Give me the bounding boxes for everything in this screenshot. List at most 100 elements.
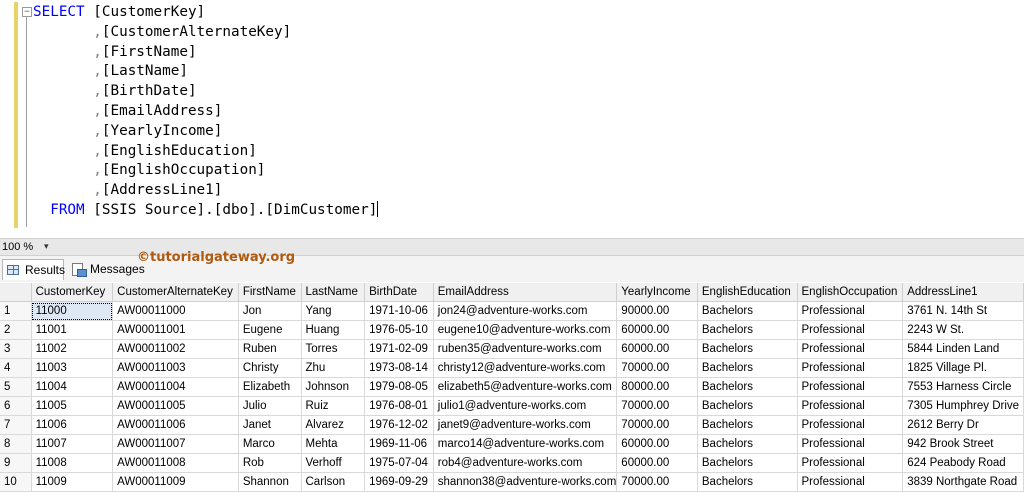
- grid-cell[interactable]: AW00011003: [112, 358, 239, 378]
- grid-cell[interactable]: 1976-05-10: [364, 320, 434, 340]
- column-header[interactable]: CustomerAlternateKey: [112, 283, 239, 302]
- grid-cell[interactable]: Bachelors: [697, 301, 798, 321]
- grid-cell[interactable]: Jon: [238, 301, 302, 321]
- table-row[interactable]: 10 11009 AW00011009 Shannon Carlson 1969-09-2…: [0, 472, 1024, 492]
- grid-cell[interactable]: 11007: [31, 434, 114, 454]
- grid-cell[interactable]: jon24@adventure-works.com: [433, 301, 618, 321]
- grid-cell[interactable]: Carlson: [301, 472, 366, 492]
- column-header[interactable]: LastName: [301, 283, 366, 302]
- grid-cell[interactable]: 5844 Linden Land: [902, 339, 1024, 359]
- grid-cell[interactable]: 11002: [31, 339, 114, 359]
- grid-cell[interactable]: 1971-10-06: [364, 301, 434, 321]
- grid-cell[interactable]: Bachelors: [697, 434, 798, 454]
- grid-cell[interactable]: shannon38@adventure-works.com: [433, 472, 618, 492]
- table-row[interactable]: 4 11003 AW00011003 Christy Zhu 1973-08-14 chri…: [0, 358, 1024, 378]
- row-number[interactable]: 5: [0, 377, 32, 397]
- grid-cell[interactable]: 70000.00: [616, 358, 698, 378]
- grid-cell[interactable]: elizabeth5@adventure-works.com: [433, 377, 618, 397]
- grid-cell[interactable]: Ruben: [238, 339, 302, 359]
- grid-cell[interactable]: janet9@adventure-works.com: [433, 415, 618, 435]
- collapse-icon[interactable]: −: [22, 7, 32, 17]
- grid-cell[interactable]: Alvarez: [301, 415, 366, 435]
- table-row[interactable]: 7 11006 AW00011006 Janet Alvarez 1976-12-02 ja…: [0, 415, 1024, 435]
- grid-cell[interactable]: 3839 Northgate Road: [902, 472, 1024, 492]
- grid-cell[interactable]: 11004: [31, 377, 114, 397]
- grid-cell[interactable]: AW00011002: [112, 339, 239, 359]
- grid-cell[interactable]: Mehta: [301, 434, 366, 454]
- row-number[interactable]: 4: [0, 358, 32, 378]
- grid-cell[interactable]: Professional: [797, 453, 904, 473]
- column-header[interactable]: AddressLine1: [902, 283, 1024, 302]
- grid-cell[interactable]: 11008: [31, 453, 114, 473]
- grid-cell[interactable]: Eugene: [238, 320, 302, 340]
- grid-cell[interactable]: 11009: [31, 472, 114, 492]
- sql-editor[interactable]: − SELECT [CustomerKey] ,[CustomerAlterna…: [0, 0, 1024, 238]
- grid-corner-cell[interactable]: [0, 283, 32, 302]
- grid-cell[interactable]: 1976-08-01: [364, 396, 434, 416]
- row-number[interactable]: 8: [0, 434, 32, 454]
- table-row[interactable]: 8 11007 AW00011007 Marco Mehta 1969-11-06 marc…: [0, 434, 1024, 454]
- table-row[interactable]: 3 11002 AW00011002 Ruben Torres 1971-02-09 rub…: [0, 339, 1024, 359]
- grid-cell[interactable]: Professional: [797, 320, 904, 340]
- grid-cell[interactable]: 2612 Berry Dr: [902, 415, 1024, 435]
- grid-cell[interactable]: 70000.00: [616, 472, 698, 492]
- grid-cell[interactable]: Professional: [797, 415, 904, 435]
- grid-cell[interactable]: 1971-02-09: [364, 339, 434, 359]
- grid-cell[interactable]: 11000: [31, 301, 114, 321]
- grid-cell[interactable]: Professional: [797, 377, 904, 397]
- grid-cell[interactable]: Johnson: [301, 377, 366, 397]
- grid-cell[interactable]: Professional: [797, 434, 904, 454]
- grid-cell[interactable]: 60000.00: [616, 453, 698, 473]
- grid-cell[interactable]: eugene10@adventure-works.com: [433, 320, 618, 340]
- column-header[interactable]: FirstName: [238, 283, 302, 302]
- grid-cell[interactable]: 60000.00: [616, 434, 698, 454]
- table-row[interactable]: 9 11008 AW00011008 Rob Verhoff 1975-07-04 rob4…: [0, 453, 1024, 473]
- grid-cell[interactable]: Christy: [238, 358, 302, 378]
- grid-cell[interactable]: Bachelors: [697, 453, 798, 473]
- grid-cell[interactable]: 1976-12-02: [364, 415, 434, 435]
- table-row[interactable]: 5 11004 AW00011004 Elizabeth Johnson 1979-08-…: [0, 377, 1024, 397]
- grid-cell[interactable]: 624 Peabody Road: [902, 453, 1024, 473]
- tab-messages[interactable]: Messages: [68, 259, 145, 280]
- grid-cell[interactable]: Bachelors: [697, 377, 798, 397]
- grid-cell[interactable]: 90000.00: [616, 301, 698, 321]
- chevron-down-icon[interactable]: ▾: [44, 239, 49, 255]
- column-header[interactable]: BirthDate: [364, 283, 434, 302]
- grid-cell[interactable]: 11001: [31, 320, 114, 340]
- grid-cell[interactable]: AW00011009: [112, 472, 239, 492]
- grid-cell[interactable]: Bachelors: [697, 320, 798, 340]
- grid-cell[interactable]: 1975-07-04: [364, 453, 434, 473]
- grid-cell[interactable]: Bachelors: [697, 415, 798, 435]
- grid-cell[interactable]: Professional: [797, 472, 904, 492]
- grid-cell[interactable]: 11005: [31, 396, 114, 416]
- grid-cell[interactable]: 60000.00: [616, 339, 698, 359]
- grid-cell[interactable]: AW00011005: [112, 396, 239, 416]
- grid-cell[interactable]: 2243 W St.: [902, 320, 1024, 340]
- grid-cell[interactable]: 80000.00: [616, 377, 698, 397]
- grid-cell[interactable]: 60000.00: [616, 320, 698, 340]
- grid-cell[interactable]: Rob: [238, 453, 302, 473]
- row-number[interactable]: 1: [0, 301, 32, 321]
- grid-cell[interactable]: Professional: [797, 301, 904, 321]
- grid-cell[interactable]: 1825 Village Pl.: [902, 358, 1024, 378]
- column-header[interactable]: EmailAddress: [433, 283, 618, 302]
- grid-cell[interactable]: Professional: [797, 339, 904, 359]
- grid-cell[interactable]: Janet: [238, 415, 302, 435]
- grid-cell[interactable]: 70000.00: [616, 415, 698, 435]
- row-number[interactable]: 7: [0, 415, 32, 435]
- column-header[interactable]: YearlyIncome: [616, 283, 698, 302]
- column-header[interactable]: CustomerKey: [31, 283, 114, 302]
- grid-cell[interactable]: Bachelors: [697, 358, 798, 378]
- grid-cell[interactable]: Huang: [301, 320, 366, 340]
- grid-cell[interactable]: AW00011000: [112, 301, 239, 321]
- row-number[interactable]: 9: [0, 453, 32, 473]
- table-row[interactable]: 2 11001 AW00011001 Eugene Huang 1976-05-10 eug…: [0, 320, 1024, 340]
- grid-cell[interactable]: AW00011004: [112, 377, 239, 397]
- grid-cell[interactable]: Bachelors: [697, 396, 798, 416]
- grid-cell[interactable]: marco14@adventure-works.com: [433, 434, 618, 454]
- grid-cell[interactable]: ruben35@adventure-works.com: [433, 339, 618, 359]
- row-number[interactable]: 2: [0, 320, 32, 340]
- grid-cell[interactable]: 11003: [31, 358, 114, 378]
- grid-cell[interactable]: 11006: [31, 415, 114, 435]
- grid-cell[interactable]: Zhu: [301, 358, 366, 378]
